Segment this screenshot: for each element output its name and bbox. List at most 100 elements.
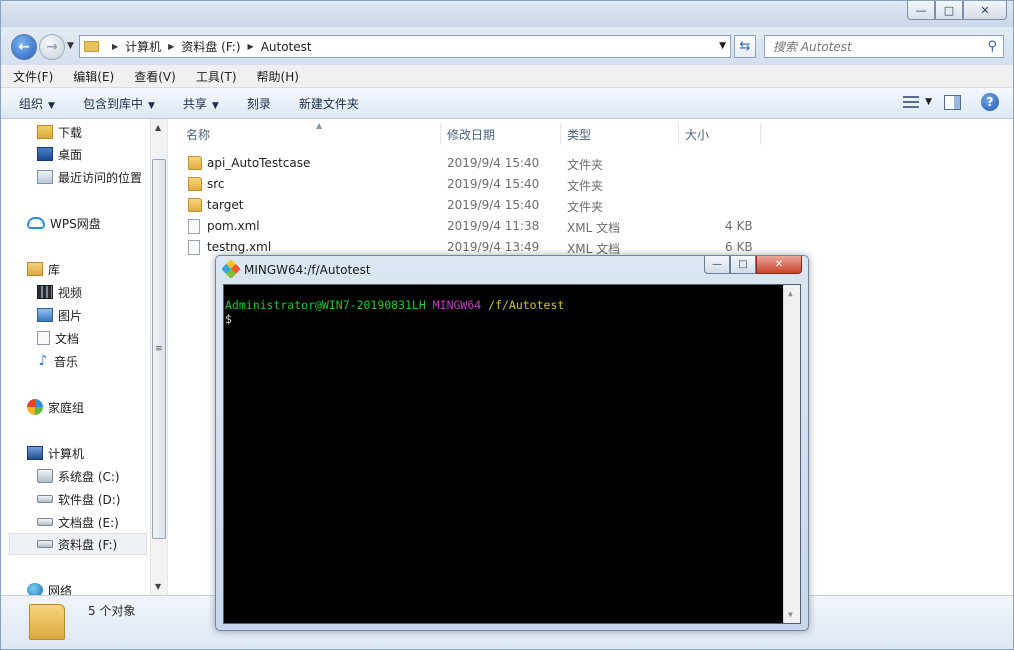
- back-button[interactable]: ←: [11, 34, 37, 60]
- search-input[interactable]: [773, 39, 973, 54]
- folder-icon: [188, 156, 202, 170]
- nav-item-computer[interactable]: 计算机: [27, 442, 167, 464]
- nav-item-pictures[interactable]: 图片: [37, 304, 167, 326]
- file-name[interactable]: src: [207, 177, 225, 191]
- refresh-button[interactable]: ⇆: [734, 35, 756, 58]
- computer-icon: [27, 446, 43, 460]
- nav-item-desktop[interactable]: 桌面: [37, 143, 167, 165]
- refresh-icon: ⇆: [739, 39, 751, 54]
- column-header-size[interactable]: 大小: [679, 123, 761, 145]
- nav-item-downloads[interactable]: 下载: [37, 121, 167, 143]
- breadcrumb-computer[interactable]: 计算机: [125, 38, 161, 55]
- xml-file-icon: [188, 219, 200, 234]
- breadcrumb-drive-f[interactable]: 资料盘 (F:): [181, 38, 240, 55]
- nav-item-drive-e[interactable]: 文档盘 (E:): [37, 511, 167, 533]
- preview-pane-icon[interactable]: [944, 94, 961, 110]
- breadcrumb-autotest[interactable]: Autotest: [261, 40, 312, 54]
- close-button[interactable]: ✕: [963, 1, 1007, 20]
- prompt-path: /f/Autotest: [488, 298, 565, 312]
- file-type: 文件夹: [567, 179, 604, 193]
- chevron-right-icon[interactable]: ▶: [168, 42, 174, 51]
- file-name[interactable]: target: [207, 198, 244, 212]
- nav-item-recent[interactable]: 最近访问的位置: [37, 166, 167, 188]
- nav-item-drive-f[interactable]: 资料盘 (F:): [9, 533, 147, 555]
- table-row[interactable]: src 2019/9/4 15:40 文件夹: [168, 174, 768, 195]
- view-dropdown[interactable]: ▼: [925, 97, 932, 107]
- terminal-minimize-button[interactable]: —: [704, 256, 730, 274]
- menu-tools[interactable]: 工具(T): [194, 66, 239, 87]
- nav-item-videos[interactable]: 视频: [37, 281, 167, 303]
- title-bar[interactable]: — □ ✕: [1, 1, 1013, 27]
- grip-icon: ≡: [155, 344, 163, 354]
- forward-button[interactable]: →: [39, 34, 65, 60]
- file-name[interactable]: pom.xml: [207, 219, 260, 233]
- search-icon[interactable]: ⚲: [987, 39, 997, 54]
- menu-file[interactable]: 文件(F): [11, 66, 55, 87]
- scroll-up-icon[interactable]: ▲: [788, 289, 793, 298]
- nav-item-drive-d[interactable]: 软件盘 (D:): [37, 488, 167, 510]
- nav-item-drive-c[interactable]: 系统盘 (C:): [37, 465, 167, 487]
- chevron-right-icon[interactable]: ▶: [112, 42, 118, 51]
- command-bar: 组织 ▼ 包含到库中 ▼ 共享 ▼ 刻录 新建文件夹 ▼ ?: [1, 88, 1013, 119]
- system-drive-icon: [37, 469, 53, 483]
- chevron-down-icon: ▼: [48, 100, 55, 111]
- folder-icon: [188, 198, 202, 212]
- nav-item-documents[interactable]: 文档: [37, 327, 167, 349]
- minimize-button[interactable]: —: [907, 1, 935, 20]
- scroll-up-icon[interactable]: ▲: [155, 123, 161, 132]
- nav-item-network[interactable]: 网络: [27, 579, 167, 595]
- drive-icon: [37, 518, 53, 526]
- table-row[interactable]: api_AutoTestcase 2019/9/4 15:40 文件夹: [168, 153, 768, 174]
- document-icon: [37, 331, 50, 345]
- file-date: 2019/9/4 11:38: [447, 219, 540, 233]
- xml-file-icon: [188, 240, 200, 255]
- burn-button[interactable]: 刻录: [247, 95, 271, 112]
- menu-help[interactable]: 帮助(H): [255, 66, 301, 87]
- nav-item-homegroup[interactable]: 家庭组: [27, 396, 167, 418]
- share-button[interactable]: 共享 ▼: [183, 95, 219, 112]
- arrow-left-icon: ←: [18, 39, 30, 55]
- organize-button[interactable]: 组织 ▼: [19, 95, 55, 112]
- homegroup-icon: [27, 399, 43, 415]
- terminal-window[interactable]: MINGW64:/f/Autotest — □ ✕ Administrator@…: [215, 255, 809, 631]
- file-size: 4 KB: [725, 219, 753, 233]
- include-in-library-button[interactable]: 包含到库中 ▼: [83, 95, 155, 112]
- terminal-close-button[interactable]: ✕: [756, 256, 802, 274]
- column-header-date[interactable]: 修改日期: [441, 123, 561, 145]
- address-dropdown[interactable]: ▼: [719, 41, 726, 51]
- terminal-maximize-button[interactable]: □: [730, 256, 756, 274]
- column-header-name[interactable]: 名称 ▲: [180, 121, 441, 145]
- maximize-button[interactable]: □: [935, 1, 963, 20]
- git-icon: [221, 259, 241, 279]
- column-header-type[interactable]: 类型: [561, 123, 679, 145]
- terminal-screen[interactable]: Administrator@WIN7-20190831LH MINGW64 /f…: [223, 284, 801, 624]
- nav-scrollbar[interactable]: ▲ ≡ ▼: [150, 119, 167, 595]
- help-icon[interactable]: ?: [981, 93, 999, 111]
- file-name[interactable]: api_AutoTestcase: [207, 156, 310, 170]
- nav-item-wps[interactable]: WPS网盘: [27, 212, 167, 234]
- menu-view[interactable]: 查看(V): [132, 66, 178, 87]
- menu-edit[interactable]: 编辑(E): [71, 66, 116, 87]
- recent-pages-dropdown[interactable]: ▼: [67, 41, 74, 51]
- address-box[interactable]: ▶ 计算机 ▶ 资料盘 (F:) ▶ Autotest ▼: [79, 35, 731, 58]
- file-name[interactable]: testng.xml: [207, 240, 271, 254]
- scroll-down-icon[interactable]: ▼: [788, 610, 793, 619]
- nav-item-library[interactable]: 库: [27, 258, 167, 280]
- file-date: 2019/9/4 15:40: [447, 177, 540, 191]
- new-folder-button[interactable]: 新建文件夹: [299, 95, 359, 112]
- file-type: 文件夹: [567, 158, 604, 172]
- sort-ascending-icon: ▲: [316, 121, 323, 130]
- search-box[interactable]: ⚲: [764, 35, 1004, 58]
- download-folder-icon: [37, 125, 53, 139]
- menu-bar: 文件(F) 编辑(E) 查看(V) 工具(T) 帮助(H): [1, 65, 1013, 88]
- library-icon: [27, 262, 43, 276]
- caption-buttons: — □ ✕: [907, 1, 1007, 20]
- nav-item-music[interactable]: ♪ 音乐: [37, 350, 167, 372]
- chevron-right-icon[interactable]: ▶: [248, 42, 254, 51]
- music-note-icon: ♪: [38, 353, 48, 369]
- view-options-icon[interactable]: [901, 93, 921, 111]
- terminal-scrollbar[interactable]: ▲ ▼: [783, 285, 800, 623]
- table-row[interactable]: pom.xml 2019/9/4 11:38 XML 文档 4 KB: [168, 216, 768, 237]
- scroll-down-icon[interactable]: ▼: [155, 582, 161, 591]
- table-row[interactable]: target 2019/9/4 15:40 文件夹: [168, 195, 768, 216]
